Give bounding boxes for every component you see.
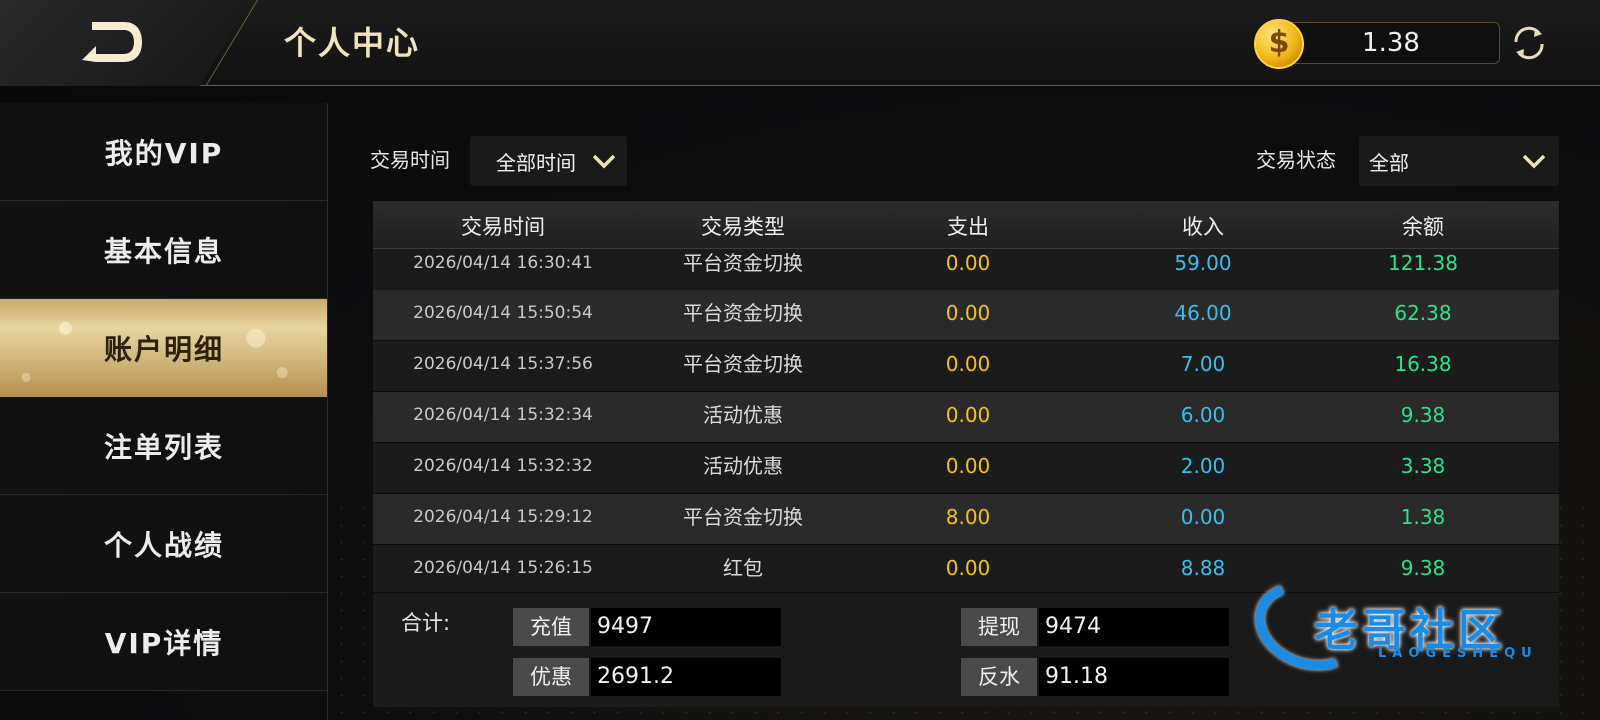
sidebar-item-label: 账户明细 <box>103 333 224 366</box>
header-bar: 个人中心 1.38 $ <box>0 0 1600 86</box>
cell-time: 2026/04/14 15:50:54 <box>413 303 593 323</box>
column-header-time: 交易时间 <box>461 215 545 239</box>
cell-type: 平台资金切换 <box>683 505 803 529</box>
app-root: 个人中心 1.38 $ 我的VIP 基本信息 账户明细 注单列表 个人战绩 VI… <box>0 0 1600 720</box>
refresh-icon[interactable] <box>1508 22 1550 64</box>
cell-expense: 0.00 <box>945 556 991 580</box>
recharge-value: 9497 <box>591 608 781 646</box>
cell-income: 0.00 <box>1180 505 1226 529</box>
cell-balance: 62.38 <box>1394 301 1452 325</box>
sidebar-item-label: 我的VIP <box>104 136 224 170</box>
sidebar-item-basic-info[interactable]: 基本信息 <box>0 201 328 299</box>
promo-value: 2691.2 <box>591 658 781 696</box>
cell-income: 8.88 <box>1180 556 1226 580</box>
cell-time: 2026/04/14 15:37:56 <box>413 354 593 374</box>
sidebar-item-vip-details[interactable]: VIP详情 <box>0 593 328 691</box>
cell-type: 活动优惠 <box>703 454 783 478</box>
cell-balance: 9.38 <box>1400 556 1446 580</box>
cell-time: 2026/04/14 15:26:15 <box>413 558 593 578</box>
cell-time: 2026/04/14 15:32:34 <box>413 405 593 425</box>
cell-income: 46.00 <box>1174 301 1232 325</box>
sidebar-item-bet-list[interactable]: 注单列表 <box>0 397 328 495</box>
cell-income: 6.00 <box>1180 403 1226 427</box>
cell-expense: 0.00 <box>945 352 991 376</box>
cell-income: 7.00 <box>1180 352 1226 376</box>
cell-time: 2026/04/14 15:32:32 <box>413 456 593 476</box>
cell-income: 2.00 <box>1180 454 1226 478</box>
rebate-value: 91.18 <box>1039 658 1229 696</box>
promo-label: 优惠 <box>513 658 589 696</box>
sidebar-item-label: 注单列表 <box>103 430 224 464</box>
status-filter-value: 全部 <box>1369 150 1409 175</box>
cell-balance: 1.38 <box>1400 505 1446 529</box>
time-filter-value: 全部时间 <box>496 150 576 175</box>
table-header: 交易时间 交易类型 支出 收入 余额 <box>373 201 1559 249</box>
transaction-table: 交易时间 交易类型 支出 收入 余额 2026/04/14 16:30:41 平… <box>373 201 1559 593</box>
page-title: 个人中心 <box>284 24 421 62</box>
column-header-expense: 支出 <box>947 215 989 239</box>
sidebar-item-label: VIP详情 <box>104 626 224 660</box>
withdraw-label: 提现 <box>961 608 1037 646</box>
table-row: 2026/04/14 15:37:56 平台资金切换 0.00 7.00 16.… <box>373 341 1559 392</box>
rebate-label: 反水 <box>961 658 1037 696</box>
time-filter-select[interactable]: 全部时间 <box>470 136 627 186</box>
sidebar-item-label: 基本信息 <box>103 234 224 268</box>
coin-icon: $ <box>1254 19 1304 69</box>
cell-expense: 0.00 <box>945 301 991 325</box>
cell-balance: 3.38 <box>1400 454 1446 478</box>
cell-balance: 16.38 <box>1394 352 1452 376</box>
back-arrow-icon[interactable] <box>78 18 146 66</box>
column-header-type: 交易类型 <box>701 215 785 239</box>
column-header-balance: 余额 <box>1402 215 1444 239</box>
sidebar-item-personal-record[interactable]: 个人战绩 <box>0 495 328 593</box>
recharge-label: 充值 <box>513 608 589 646</box>
cell-expense: 0.00 <box>945 403 991 427</box>
cell-type: 平台资金切换 <box>683 301 803 325</box>
withdraw-value: 9474 <box>1039 608 1229 646</box>
status-filter-label: 交易状态 <box>1256 148 1336 172</box>
chevron-down-icon <box>592 154 616 169</box>
cell-expense: 8.00 <box>945 505 991 529</box>
totals-title: 合计: <box>401 611 451 635</box>
sidebar-item-label: 个人战绩 <box>103 528 224 562</box>
table-row: 2026/04/14 15:26:15 红包 0.00 8.88 9.38 <box>373 545 1559 593</box>
table-row: 2026/04/14 15:32:32 活动优惠 0.00 2.00 3.38 <box>373 443 1559 494</box>
column-header-income: 收入 <box>1182 215 1224 239</box>
cell-expense: 0.00 <box>945 454 991 478</box>
table-row: 2026/04/14 15:50:54 平台资金切换 0.00 46.00 62… <box>373 290 1559 341</box>
totals-panel: 合计: 充值 9497 优惠 2691.2 提现 9474 反水 91.18 <box>373 593 1559 707</box>
cell-balance: 9.38 <box>1400 403 1446 427</box>
sidebar: 我的VIP 基本信息 账户明细 注单列表 个人战绩 VIP详情 <box>0 103 328 720</box>
sidebar-item-my-vip[interactable]: 我的VIP <box>0 103 328 201</box>
table-row: 2026/04/14 15:29:12 平台资金切换 8.00 0.00 1.3… <box>373 494 1559 545</box>
cell-type: 红包 <box>723 556 763 580</box>
chevron-down-icon <box>1522 154 1546 169</box>
time-filter-label: 交易时间 <box>370 148 450 172</box>
sidebar-item-account-details[interactable]: 账户明细 <box>0 299 328 397</box>
table-row: 2026/04/14 15:32:34 活动优惠 0.00 6.00 9.38 <box>373 392 1559 443</box>
sidebar-divider <box>327 103 328 720</box>
status-filter-select[interactable]: 全部 <box>1359 136 1559 186</box>
cell-time: 2026/04/14 15:29:12 <box>413 507 593 527</box>
cell-type: 平台资金切换 <box>683 352 803 376</box>
cell-type: 活动优惠 <box>703 403 783 427</box>
